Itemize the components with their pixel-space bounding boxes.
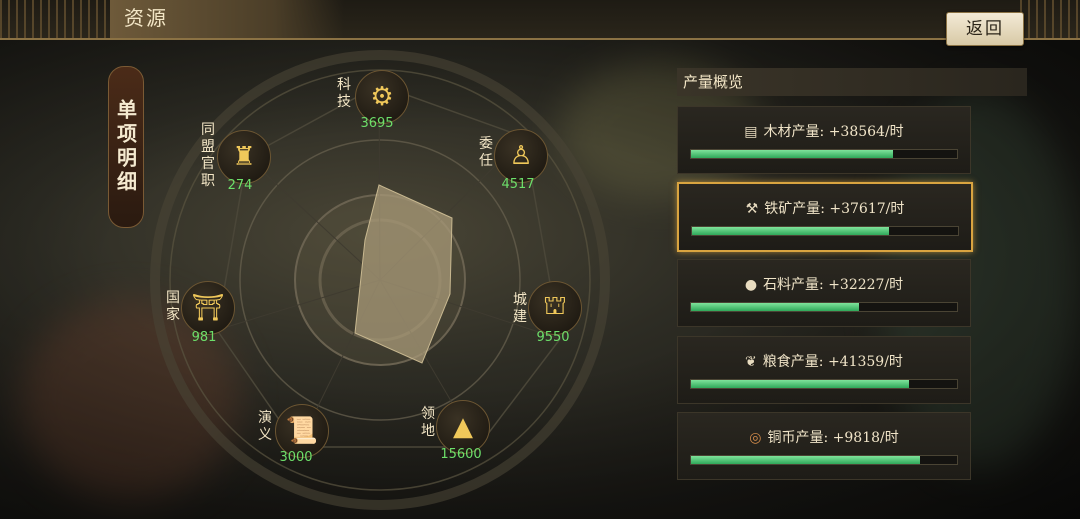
stone-icon: ● [744, 277, 758, 293]
node-value: 9550 [536, 330, 570, 345]
resource-card-iron[interactable]: ⚒ 铁矿产量: +37617/时 [677, 182, 973, 252]
production-bar [690, 455, 958, 465]
back-button[interactable]: 返回 [946, 12, 1024, 46]
node-label: 委任 [479, 136, 493, 169]
production-bar [690, 379, 958, 389]
node-label: 领地 [421, 406, 435, 439]
node-label: 城建 [513, 292, 527, 325]
coin-icon: ◎ [749, 430, 762, 446]
palace-icon: ⛩ [181, 281, 235, 335]
node-value: 3000 [279, 450, 313, 465]
node-value: 4517 [501, 177, 535, 192]
production-bar-fill [692, 227, 889, 235]
resource-card-wood[interactable]: ▤ 木材产量: +38564/时 [677, 106, 971, 174]
resource-label: 粮食产量: +41359/时 [762, 354, 903, 370]
ornament-right [1020, 0, 1080, 38]
resource-card-stone[interactable]: ● 石料产量: +32227/时 [677, 259, 971, 327]
top-bar: 资源 [0, 0, 1080, 40]
wood-icon: ▤ [744, 124, 758, 140]
anvil-icon: ⚒ [745, 201, 759, 217]
node-label: 国家 [166, 290, 180, 323]
official-icon: ♙ [494, 129, 548, 183]
resource-label: 铜币产量: +9818/时 [767, 430, 899, 446]
node-value: 274 [227, 178, 253, 193]
resource-card-copper[interactable]: ◎ 铜币产量: +9818/时 [677, 412, 971, 480]
resource-label: 石料产量: +32227/时 [763, 277, 904, 293]
grain-icon: ❦ [745, 354, 757, 370]
node-value: 981 [191, 330, 217, 345]
production-bar-fill [691, 380, 910, 388]
node-value: 15600 [440, 447, 482, 462]
production-bar-fill [691, 456, 920, 464]
production-bar [690, 149, 958, 159]
mountain-icon: ▲ [436, 400, 490, 454]
production-bar-fill [691, 303, 859, 311]
production-bar [690, 302, 958, 312]
building-icon: ⛫ [528, 281, 582, 335]
production-bar [691, 226, 959, 236]
resource-label: 木材产量: +38564/时 [763, 124, 904, 140]
production-overview-title: 产量概览 [677, 68, 1027, 96]
node-label: 演义 [258, 410, 272, 443]
node-label: 科技 [337, 77, 351, 110]
resource-card-grain[interactable]: ❦ 粮食产量: +41359/时 [677, 336, 971, 404]
robe-icon: ♜ [217, 130, 271, 184]
node-value: 3695 [360, 116, 394, 131]
ornament-left [0, 0, 115, 38]
page-title: 资源 [110, 0, 344, 38]
production-bar-fill [691, 150, 894, 158]
tab-single-detail[interactable]: 单项明细 [108, 66, 144, 228]
resource-label: 铁矿产量: +37617/时 [764, 201, 905, 217]
